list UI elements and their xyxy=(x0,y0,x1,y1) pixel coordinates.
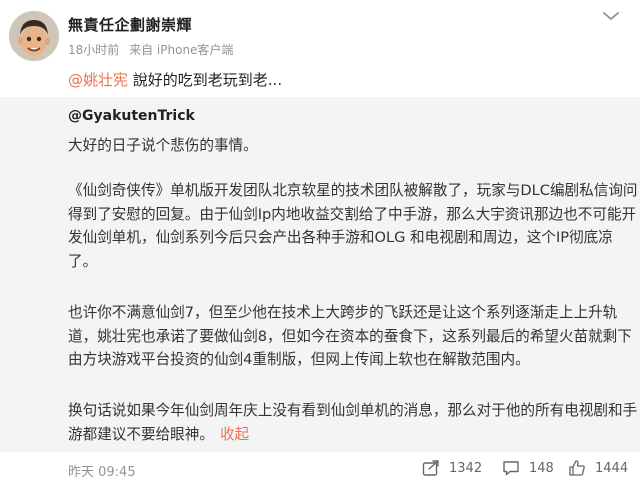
comment-icon xyxy=(503,461,519,476)
quoted-post[interactable]: @GyakutenTrick 大好的日子说个悲伤的事情。 《仙剑奇侠传》单机版开… xyxy=(0,97,640,452)
like-button[interactable]: 1444 xyxy=(568,459,628,477)
quoted-paragraph-4: 换句话说如果今年仙剑周年庆上没有看到仙剑单机的消息，那么对于他的所有电视剧和手游… xyxy=(68,399,638,446)
quoted-paragraph-3: 也许你不满意仙剑7，但至少他在技术上大跨步的飞跃还是让这个系列逐渐走上上升轨道，… xyxy=(68,304,632,368)
like-count: 1444 xyxy=(595,460,629,476)
comment-count: 148 xyxy=(529,460,554,476)
chevron-down-icon[interactable] xyxy=(602,10,620,22)
repost-button[interactable]: 1342 xyxy=(422,459,482,477)
share-icon xyxy=(422,460,439,476)
quoted-paragraph-4-text: 换句话说如果今年仙剑周年庆上没有看到仙剑单机的消息，那么对于他的所有电视剧和手游… xyxy=(68,402,638,443)
post-meta: 18小时前 来自 iPhone客户端 xyxy=(68,41,233,58)
quoted-timestamp: 昨天 09:45 xyxy=(68,465,136,480)
comment-button[interactable]: 148 xyxy=(502,459,554,477)
like-icon xyxy=(569,460,585,476)
collapse-link[interactable]: 收起 xyxy=(220,426,249,443)
post-header: 無責任企劃謝崇輝 18小时前 来自 iPhone客户端 xyxy=(0,0,640,62)
repost-count: 1342 xyxy=(449,460,483,476)
repost-text: @姚壮宪 說好的吃到老玩到老... xyxy=(68,69,282,90)
author-name[interactable]: 無責任企劃謝崇輝 xyxy=(68,14,192,35)
quoted-author[interactable]: @GyakutenTrick xyxy=(68,108,195,124)
avatar[interactable] xyxy=(9,11,59,61)
avatar-image xyxy=(9,11,59,61)
mention-link[interactable]: @姚壮宪 xyxy=(68,71,128,89)
post-footer: 昨天 09:45 1342 148 1444 xyxy=(0,452,640,497)
post-source: 来自 iPhone客户端 xyxy=(129,43,234,57)
post-time: 18小时前 xyxy=(68,43,120,57)
quoted-paragraph-1: 大好的日子说个悲伤的事情。 xyxy=(68,137,258,154)
repost-body: 說好的吃到老玩到老... xyxy=(128,71,283,89)
quoted-paragraph-2: 《仙剑奇侠传》单机版开发团队北京软星的技术团队被解散了，玩家与DLC编剧私信询问… xyxy=(68,182,638,270)
